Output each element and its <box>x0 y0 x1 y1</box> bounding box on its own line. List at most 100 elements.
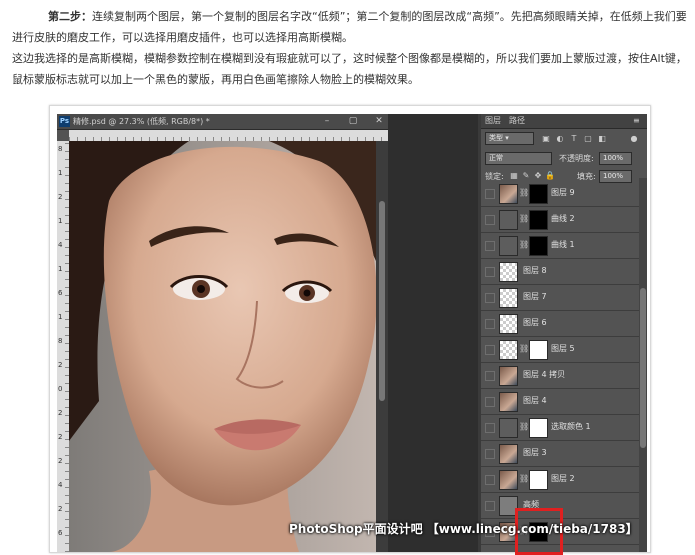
paragraph-step-2: 第二步：连续复制两个图层，第一个复制的图层名字改“低频”；第二个复制的图层改成“… <box>12 6 688 48</box>
visibility-toggle-icon[interactable] <box>485 371 495 381</box>
layer-name: 图层 7 <box>523 292 547 301</box>
paragraph-1-text: 连续复制两个图层，第一个复制的图层名字改“低频”；第二个复制的图层改成“高频”。… <box>12 10 687 44</box>
layers-scrollbar-thumb[interactable] <box>640 288 646 448</box>
kind-label: 类型 <box>489 134 503 142</box>
layer-row[interactable]: ⛓ 曲线 2 <box>481 206 639 233</box>
tab-layers[interactable]: 图层 <box>485 114 501 128</box>
step-label: 第二步： <box>48 10 92 23</box>
layer-kind-select[interactable]: 类型 ▾ <box>485 132 534 145</box>
layer-mask-thumbnail[interactable] <box>529 184 548 204</box>
document-tab[interactable]: Ps 精修.psd @ 27.3% (低频, RGB/8*) * – ▢ ✕ <box>57 114 388 130</box>
layer-row[interactable]: 图层 7 <box>481 284 639 311</box>
article-text: 第二步：连续复制两个图层，第一个复制的图层名字改“低频”；第二个复制的图层改成“… <box>12 6 688 90</box>
layer-name: 曲线 1 <box>551 240 575 249</box>
layer-row[interactable]: 图层 4 拷贝 <box>481 362 639 389</box>
layer-mask-thumbnail[interactable] <box>529 470 548 490</box>
layer-name: 选取颜色 1 <box>551 422 591 431</box>
layer-thumbnail <box>499 288 518 308</box>
layer-list: ⛓ 图层 9 ⛓ 曲线 2 ⛓ 曲线 1 图层 8 图层 7 图层 6 ⛓ 图层 5 图层 4 拷贝图… <box>481 180 639 552</box>
layer-mask-thumbnail[interactable] <box>529 210 548 230</box>
layer-row[interactable]: 图层 8 <box>481 258 639 285</box>
visibility-toggle-icon[interactable] <box>485 241 495 251</box>
layer-thumbnail <box>499 444 518 464</box>
mask-link-icon[interactable]: ⛓ <box>519 422 529 431</box>
layer-thumbnail <box>499 210 518 230</box>
blend-mode-select[interactable]: 正常 <box>485 152 552 165</box>
visibility-toggle-icon[interactable] <box>485 267 495 277</box>
layer-mask-thumbnail[interactable] <box>529 418 548 438</box>
minimize-icon[interactable]: – <box>321 115 333 127</box>
layer-row[interactable]: ⛓ 图层 9 <box>481 180 639 207</box>
visibility-toggle-icon[interactable] <box>485 423 495 433</box>
layer-name: 曲线 2 <box>551 214 575 223</box>
layer-name: 图层 5 <box>551 344 575 353</box>
filter-toggle-icon[interactable]: ● <box>629 134 639 144</box>
opacity-label: 不透明度: <box>559 154 594 163</box>
filter-smart-icon[interactable]: ◧ <box>597 134 607 144</box>
layer-name: 图层 2 <box>551 474 575 483</box>
mask-link-icon[interactable]: ⛓ <box>519 188 529 197</box>
tab-paths[interactable]: 路径 <box>509 114 525 128</box>
layers-scrollbar[interactable] <box>639 178 647 552</box>
ruler-number: 6 <box>58 289 63 297</box>
document-scrollbar[interactable] <box>376 141 388 552</box>
layer-row[interactable]: ⛓ 图层 2 <box>481 466 639 493</box>
filter-adjust-icon[interactable]: ◐ <box>555 134 565 144</box>
ruler-number: 1 <box>58 169 63 177</box>
visibility-toggle-icon[interactable] <box>485 345 495 355</box>
ruler-number: 8 <box>58 337 63 345</box>
layer-name: 图层 6 <box>523 318 547 327</box>
layer-thumbnail <box>499 262 518 282</box>
mask-link-icon[interactable]: ⛓ <box>519 214 529 223</box>
vertical-ruler: 8 1 2 1 4 1 6 1 8 2 0 2 2 2 4 2 6 <box>57 141 69 552</box>
layer-thumbnail <box>499 236 518 256</box>
visibility-toggle-icon[interactable] <box>485 189 495 199</box>
layer-row[interactable]: 图层 3 <box>481 440 639 467</box>
layer-mask-thumbnail[interactable] <box>529 236 548 256</box>
filter-shape-icon[interactable]: ▢ <box>583 134 593 144</box>
close-icon[interactable]: ✕ <box>373 115 385 127</box>
opacity-input[interactable]: 100% <box>599 152 632 165</box>
layer-thumbnail <box>499 184 518 204</box>
filter-pixel-icon[interactable]: ▣ <box>541 134 551 144</box>
canvas-portrait-image[interactable] <box>69 141 376 552</box>
maximize-icon[interactable]: ▢ <box>347 115 359 127</box>
paragraph-2: 这边我选择的是高斯模糊，模糊参数控制在模糊到没有瑕疵就可以了，这时候整个图像都是… <box>12 52 687 86</box>
visibility-toggle-icon[interactable] <box>485 319 495 329</box>
ruler-number: 2 <box>58 193 63 201</box>
mask-link-icon[interactable]: ⛓ <box>519 474 529 483</box>
visibility-toggle-icon[interactable] <box>485 215 495 225</box>
mask-link-icon[interactable]: ⛓ <box>519 240 529 249</box>
visibility-toggle-icon[interactable] <box>485 501 495 511</box>
layer-thumbnail <box>499 366 518 386</box>
layer-thumbnail <box>499 314 518 334</box>
layer-row[interactable]: 图层 6 <box>481 310 639 337</box>
layer-row[interactable]: ⛓ 图层 5 <box>481 336 639 363</box>
visibility-toggle-icon[interactable] <box>485 475 495 485</box>
layer-name: 图层 4 <box>523 396 547 405</box>
layer-row[interactable]: 图层 4 <box>481 388 639 415</box>
ruler-number: 1 <box>58 217 63 225</box>
photoshop-screenshot: Ps 精修.psd @ 27.3% (低频, RGB/8*) * – ▢ ✕ 8… <box>49 105 651 553</box>
panel-menu-icon[interactable]: ≡ <box>633 114 640 128</box>
blend-mode-value: 正常 <box>489 154 503 162</box>
opacity-value: 100% <box>603 154 624 162</box>
ruler-number: 2 <box>58 409 63 417</box>
visibility-toggle-icon[interactable] <box>485 293 495 303</box>
layer-thumbnail <box>499 470 518 490</box>
visibility-toggle-icon[interactable] <box>485 449 495 459</box>
mask-link-icon[interactable]: ⛓ <box>519 344 529 353</box>
filter-type-icon[interactable]: T <box>569 134 579 144</box>
portrait-illustration <box>69 141 376 552</box>
scrollbar-thumb[interactable] <box>379 201 385 401</box>
ruler-number: 2 <box>58 433 63 441</box>
document-title: 精修.psd @ 27.3% (低频, RGB/8*) * <box>73 117 210 126</box>
layer-row[interactable]: ⛓ 选取颜色 1 <box>481 414 639 441</box>
layer-name: 图层 9 <box>551 188 575 197</box>
layer-thumbnail <box>499 340 518 360</box>
layer-row[interactable]: ⛓ 曲线 1 <box>481 232 639 259</box>
ruler-number: 1 <box>58 313 63 321</box>
visibility-toggle-icon[interactable] <box>485 397 495 407</box>
layer-mask-thumbnail[interactable] <box>529 340 548 360</box>
layer-name: 图层 4 拷贝 <box>523 370 566 379</box>
